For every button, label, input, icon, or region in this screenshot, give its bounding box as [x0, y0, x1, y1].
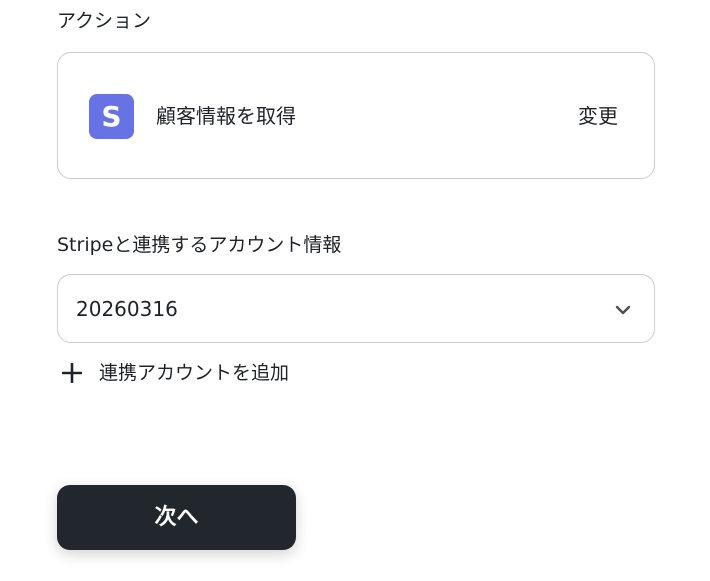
- action-name: 顧客情報を取得: [156, 104, 296, 128]
- next-button[interactable]: 次へ: [57, 485, 296, 550]
- account-section-label: Stripeと連携するアカウント情報: [57, 234, 342, 256]
- plus-icon: [62, 363, 82, 383]
- page: アクション S 顧客情報を取得 変更 Stripeと連携するアカウント情報 20…: [0, 0, 710, 581]
- add-account-label: 連携アカウントを追加: [99, 362, 290, 384]
- action-card: S 顧客情報を取得 変更: [57, 52, 655, 179]
- chevron-down-icon: [615, 305, 631, 315]
- selected-account-value: 20260316: [76, 297, 178, 321]
- action-section-label: アクション: [57, 10, 152, 32]
- stripe-logo-icon: S: [89, 94, 134, 139]
- add-account-link[interactable]: 連携アカウントを追加: [62, 358, 289, 388]
- change-action-button[interactable]: 変更: [578, 103, 618, 129]
- account-select[interactable]: 20260316: [57, 274, 655, 343]
